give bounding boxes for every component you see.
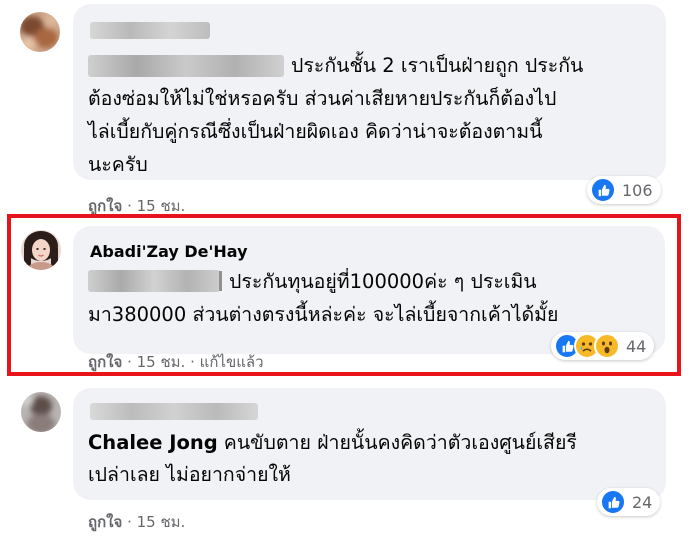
comment-text-line-1: Chalee Jong คนขับตาย ฝ่ายนั้นคงคิดว่าตัวเ… (88, 426, 577, 459)
mention-name[interactable]: Chalee Jong (88, 431, 218, 454)
comment-text-line-2: ต้องซ่อมให้ไม่ใช่หรอครับ ส่วนค่าเสียหายป… (88, 87, 557, 110)
comment-text-line-3: ไล่เบี้ยกับคู่กรณีซึ่งเป็นฝ่ายผิดเอง คิด… (88, 120, 543, 143)
like-link[interactable]: ถูกใจ (88, 513, 122, 531)
like-icon (590, 177, 616, 203)
timestamp[interactable]: 15 ชม. (137, 197, 186, 215)
comment-text-line-4: นะครับ (88, 153, 148, 176)
comment-1: ประกันชั้น 2 เราเป็นฝ่ายถูก ประกัน ต้องซ… (0, 0, 700, 215)
separator: · (127, 513, 132, 531)
author-name-blurred[interactable] (90, 22, 210, 39)
timestamp[interactable]: 15 ชม. (137, 513, 186, 531)
reaction-summary[interactable]: 106 (587, 176, 661, 204)
highlight-box (7, 214, 681, 376)
reaction-count: 106 (622, 180, 653, 200)
mention-blurred[interactable] (88, 55, 284, 77)
reaction-summary[interactable]: 24 (597, 488, 661, 516)
reaction-count: 24 (632, 492, 653, 512)
separator: · (127, 197, 132, 215)
author-name-blurred[interactable] (90, 403, 258, 420)
comment-text: คนขับตาย ฝ่ายนั้นคงคิดว่าตัวเองศูนย์เสีย… (223, 431, 577, 454)
like-icon (600, 489, 626, 515)
comment-text-line-1: ประกันชั้น 2 เราเป็นฝ่ายถูก ประกัน (291, 54, 584, 77)
avatar-blurred[interactable] (21, 392, 61, 432)
like-link[interactable]: ถูกใจ (88, 197, 122, 215)
comment-actions: ถูกใจ · 15 ชม. (88, 510, 185, 534)
comment-3: Chalee Jong คนขับตาย ฝ่ายนั้นคงคิดว่าตัวเ… (0, 376, 700, 538)
avatar-blurred[interactable] (20, 12, 60, 52)
comment-text-line-2: เปล่าเลย ไม่อยากจ่ายให้ (88, 463, 291, 486)
